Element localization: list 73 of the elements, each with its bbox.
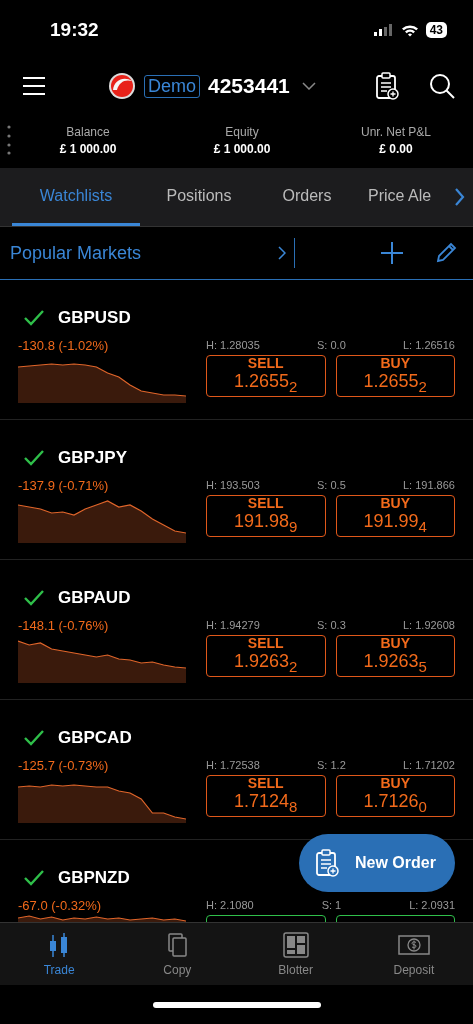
add-icon[interactable] xyxy=(381,242,403,264)
sell-button[interactable]: SELL 1.7124$_{8}$ xyxy=(206,775,326,817)
signal-icon xyxy=(373,24,394,36)
symbol-name[interactable]: GBPAUD xyxy=(58,588,131,608)
spread-value: S: 0.0 xyxy=(317,339,346,351)
check-icon[interactable] xyxy=(24,450,44,466)
high-price: H: 1.94279 xyxy=(206,619,260,631)
price-change: -148.1 (-0.76%) xyxy=(18,618,110,633)
high-price: H: 1.72538 xyxy=(206,759,260,771)
chevron-right-icon[interactable] xyxy=(455,188,465,206)
summary-value: £ 1 000.00 xyxy=(213,141,271,156)
nav-tab[interactable]: Blotter xyxy=(236,923,355,985)
tab[interactable]: Orders xyxy=(258,168,356,226)
symbol-name[interactable]: GBPNZD xyxy=(58,868,130,888)
chevron-right-icon[interactable] xyxy=(277,246,286,260)
check-icon[interactable] xyxy=(24,590,44,606)
grid-icon xyxy=(282,931,309,959)
price-change: -137.9 (-0.71%) xyxy=(18,478,110,493)
summary-label: Equity xyxy=(225,124,259,139)
buy-button[interactable]: BUY 1.9263$_{5}$ xyxy=(335,635,455,677)
spread-value: S: 1.2 xyxy=(317,759,346,771)
price-change: -130.8 (-1.02%) xyxy=(18,338,110,353)
copy-icon xyxy=(165,931,190,959)
clipboard-icon[interactable] xyxy=(375,72,399,100)
check-icon[interactable] xyxy=(24,870,44,886)
chevron-down-icon[interactable] xyxy=(301,82,316,90)
price-change: -125.7 (-0.73%) xyxy=(18,758,110,773)
low-price: L: 2.0931 xyxy=(409,899,455,911)
battery-level: 43 xyxy=(425,22,447,38)
clipboard-icon xyxy=(315,849,339,877)
tab[interactable]: Watchlists xyxy=(12,168,140,226)
nav-tab[interactable]: Copy xyxy=(118,923,237,985)
summary-label: Unr. Net P&L xyxy=(361,124,431,139)
sell-button[interactable]: SELL 191.98$_{9}$ xyxy=(206,495,326,537)
buy-button[interactable]: BUY 191.99$_{4}$ xyxy=(335,495,455,537)
account-number[interactable]: 4253441 xyxy=(208,74,290,98)
wifi-icon xyxy=(400,23,419,37)
edit-icon[interactable] xyxy=(435,242,457,264)
tab[interactable]: Positions xyxy=(140,168,258,226)
low-price: L: 1.26516 xyxy=(403,339,455,351)
sell-button[interactable]: SELL 1.2655$_{2}$ xyxy=(206,355,326,397)
nav-tab[interactable]: Trade xyxy=(0,923,119,985)
more-icon[interactable] xyxy=(7,125,11,155)
spread-value: S: 1 xyxy=(321,899,342,911)
symbol-name[interactable]: GBPCAD xyxy=(58,728,132,748)
high-price: H: 2.1080 xyxy=(206,899,254,911)
tab[interactable]: Price Ale xyxy=(356,168,444,226)
menu-icon[interactable] xyxy=(22,77,46,95)
new-order-button[interactable]: New Order xyxy=(299,834,455,892)
sell-button[interactable]: SELL 1.9263$_{2}$ xyxy=(206,635,326,677)
high-price: H: 193.503 xyxy=(206,479,260,491)
buy-button[interactable]: BUY 1.2655$_{2}$ xyxy=(335,355,455,397)
buy-button[interactable]: BUY 1.7126$_{0}$ xyxy=(335,775,455,817)
demo-badge: Demo xyxy=(144,74,200,98)
logo-icon xyxy=(108,72,136,100)
price-change: -67.0 (-0.32%) xyxy=(18,898,103,913)
symbol-name[interactable]: GBPUSD xyxy=(58,308,131,328)
summary-value: £ 0.00 xyxy=(379,141,413,156)
watchlist-title[interactable]: Popular Markets xyxy=(10,242,270,264)
spread-value: S: 0.5 xyxy=(317,479,346,491)
low-price: L: 191.866 xyxy=(403,479,455,491)
status-time: 19:32 xyxy=(50,19,99,41)
summary-value: £ 1 000.00 xyxy=(59,141,117,156)
search-icon[interactable] xyxy=(429,73,455,99)
low-price: L: 1.71202 xyxy=(403,759,455,771)
summary-label: Balance xyxy=(66,124,110,139)
spread-value: S: 0.3 xyxy=(317,619,346,631)
low-price: L: 1.92608 xyxy=(403,619,455,631)
nav-tab[interactable]: Deposit xyxy=(354,923,473,985)
check-icon[interactable] xyxy=(24,730,44,746)
high-price: H: 1.28035 xyxy=(206,339,260,351)
check-icon[interactable] xyxy=(24,310,44,326)
symbol-name[interactable]: GBPJPY xyxy=(58,448,127,468)
